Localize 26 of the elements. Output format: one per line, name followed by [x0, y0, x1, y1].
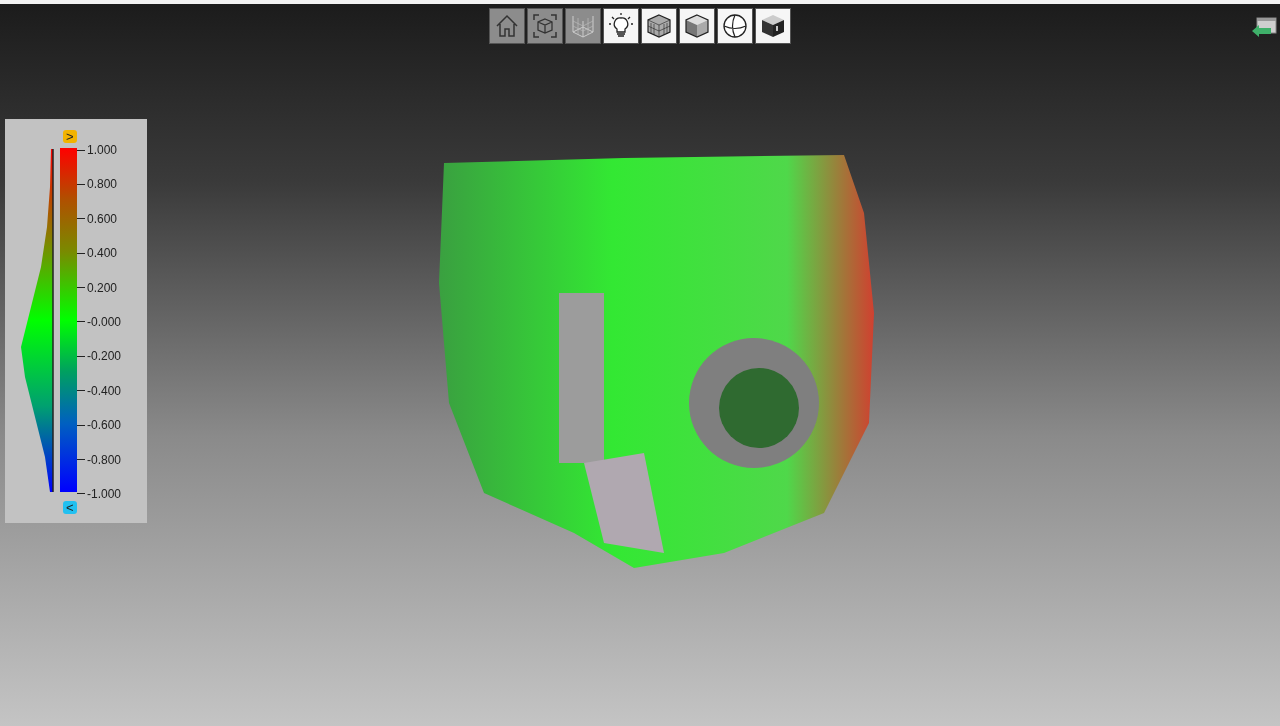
scale-label: 0.600 — [87, 211, 118, 226]
scale-label: -0.400 — [87, 383, 122, 398]
scale-label: 0.800 — [87, 177, 118, 192]
scale-label: -0.000 — [87, 314, 122, 329]
upper-limit-marker[interactable]: > — [63, 130, 77, 143]
lower-limit-marker[interactable]: < — [63, 501, 77, 514]
scale-label: 0.400 — [87, 246, 118, 261]
toolbar-button[interactable] — [755, 8, 791, 44]
shaded-cube-icon — [683, 12, 711, 40]
scale-label: -1.000 — [87, 486, 122, 501]
sphere-icon — [721, 12, 749, 40]
mesh-cube-icon — [645, 12, 673, 40]
toolbar-button[interactable] — [717, 8, 753, 44]
exit-button[interactable] — [1250, 16, 1278, 40]
cube-in-frame-icon — [531, 12, 559, 40]
toolbar-button[interactable] — [641, 8, 677, 44]
scale-label: -0.800 — [87, 452, 122, 467]
toolbar-button[interactable] — [603, 8, 639, 44]
window-arrow-icon — [1251, 17, 1277, 39]
dark-cube-icon — [759, 12, 787, 40]
toolbar-button[interactable] — [679, 8, 715, 44]
scale-label: 0.200 — [87, 280, 118, 295]
scale-label: -0.600 — [87, 418, 122, 433]
scale-label: -0.200 — [87, 349, 122, 364]
scale-label: 1.000 — [87, 143, 118, 157]
lightbulb-icon — [607, 12, 635, 40]
